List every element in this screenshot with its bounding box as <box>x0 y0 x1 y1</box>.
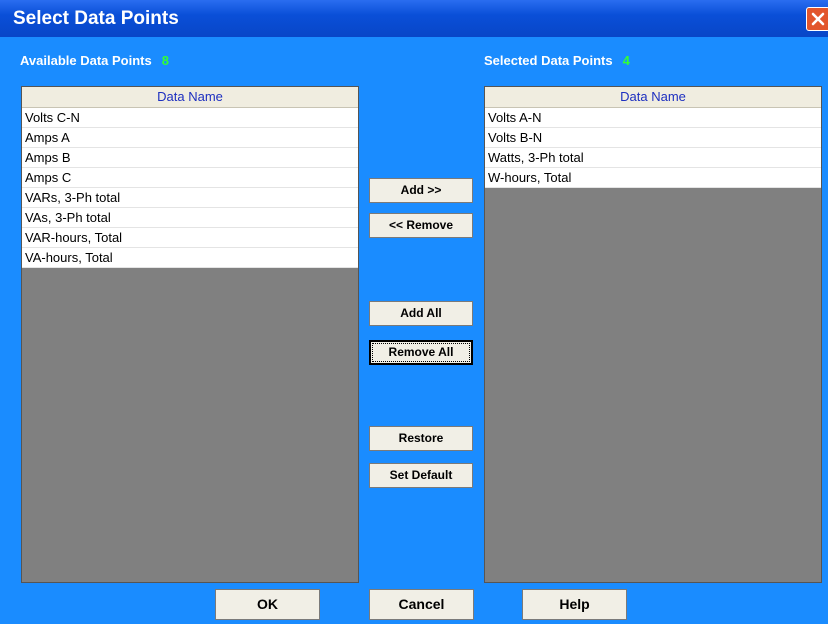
list-item[interactable]: Volts B-N <box>485 128 821 148</box>
restore-button[interactable]: Restore <box>369 426 473 451</box>
list-item[interactable]: VAR-hours, Total <box>22 228 358 248</box>
list-item[interactable]: Amps C <box>22 168 358 188</box>
cancel-button[interactable]: Cancel <box>369 589 474 620</box>
add-all-button[interactable]: Add All <box>369 301 473 326</box>
available-column-header[interactable]: Data Name <box>22 87 358 108</box>
set-default-button[interactable]: Set Default <box>369 463 473 488</box>
list-item[interactable]: Volts A-N <box>485 108 821 128</box>
selected-header: Selected Data Points 4 <box>484 53 630 68</box>
help-button[interactable]: Help <box>522 589 627 620</box>
selected-list[interactable]: Data Name Volts A-N Volts B-N Watts, 3-P… <box>484 86 822 583</box>
list-item[interactable]: Watts, 3-Ph total <box>485 148 821 168</box>
select-data-points-dialog: Select Data Points Available Data Points… <box>0 0 828 624</box>
dialog-title: Select Data Points <box>13 8 179 29</box>
ok-button[interactable]: OK <box>215 589 320 620</box>
selected-column-header[interactable]: Data Name <box>485 87 821 108</box>
available-list[interactable]: Data Name Volts C-N Amps A Amps B Amps C… <box>21 86 359 583</box>
list-item[interactable]: Amps B <box>22 148 358 168</box>
selected-label: Selected Data Points <box>484 53 613 68</box>
selected-count: 4 <box>622 53 630 68</box>
remove-button[interactable]: << Remove <box>369 213 473 238</box>
available-label: Available Data Points <box>20 53 152 68</box>
list-item[interactable]: Volts C-N <box>22 108 358 128</box>
list-item[interactable]: W-hours, Total <box>485 168 821 188</box>
remove-all-button[interactable]: Remove All <box>369 340 473 365</box>
close-icon <box>811 12 825 26</box>
list-item[interactable]: VAs, 3-Ph total <box>22 208 358 228</box>
available-count: 8 <box>161 53 169 68</box>
available-header: Available Data Points 8 <box>20 53 169 68</box>
title-bar: Select Data Points <box>0 0 828 37</box>
close-button[interactable] <box>806 7 828 31</box>
list-item[interactable]: VA-hours, Total <box>22 248 358 268</box>
list-item[interactable]: Amps A <box>22 128 358 148</box>
add-button[interactable]: Add >> <box>369 178 473 203</box>
list-item[interactable]: VARs, 3-Ph total <box>22 188 358 208</box>
